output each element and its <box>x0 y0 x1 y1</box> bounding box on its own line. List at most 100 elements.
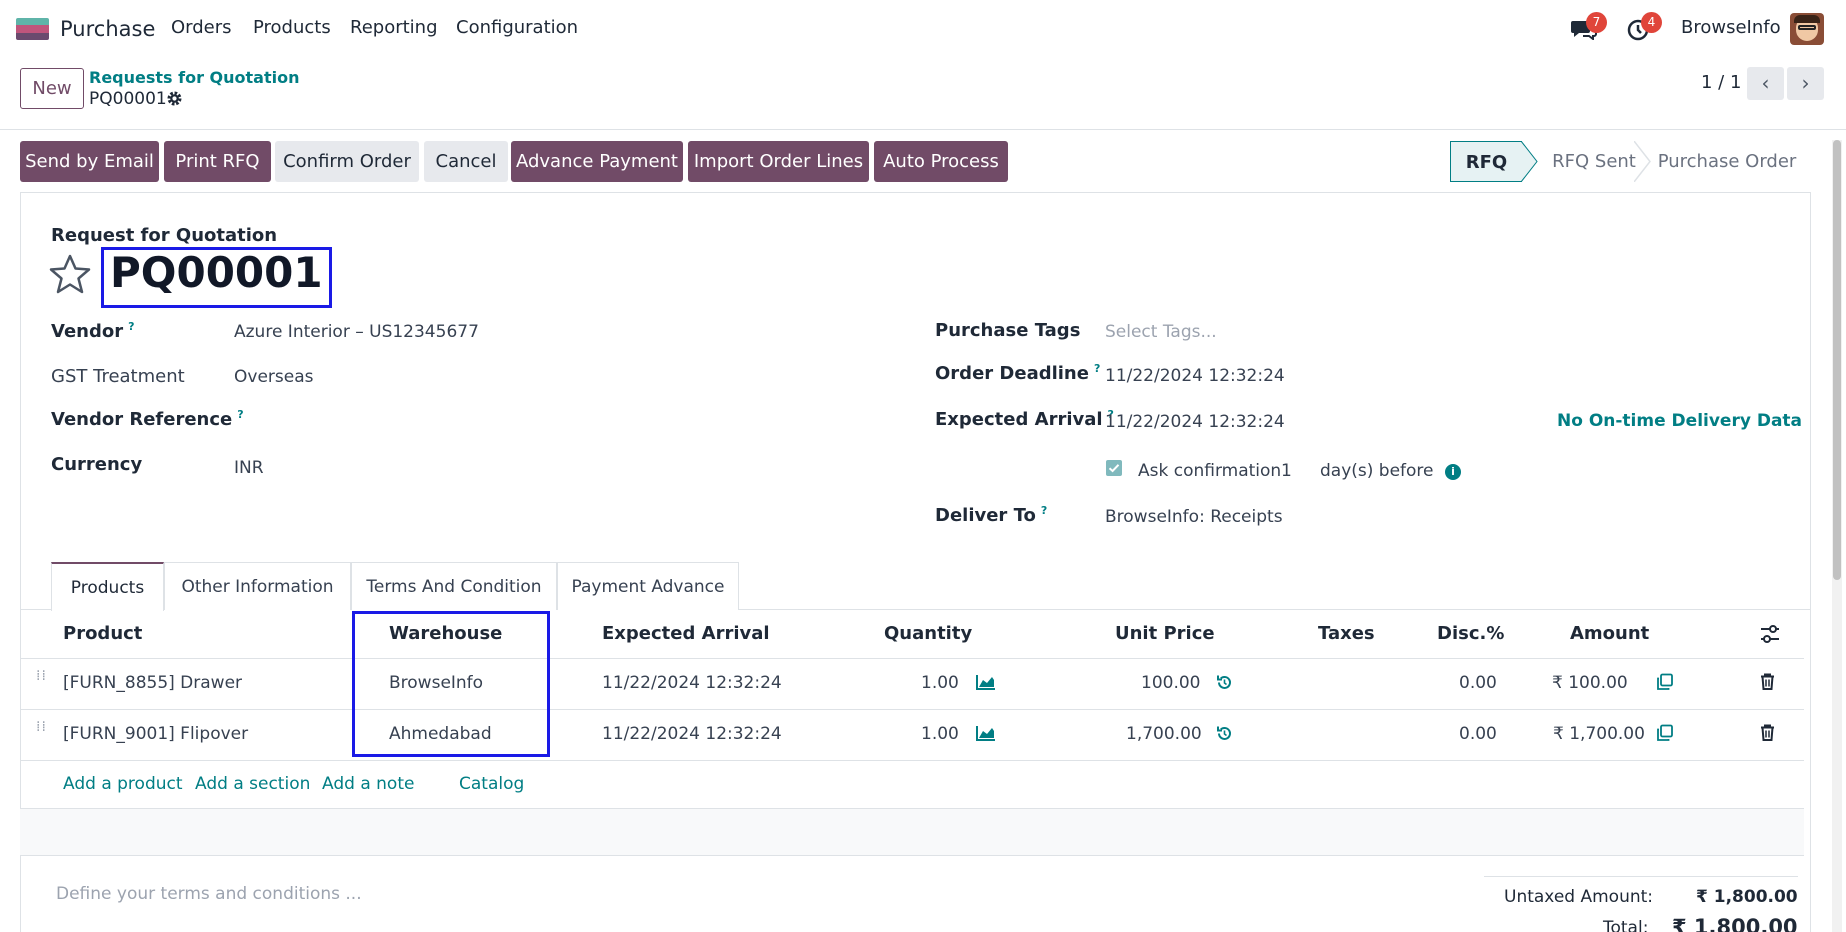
column-amount[interactable]: Amount <box>1570 623 1649 644</box>
advance-payment-button[interactable]: Advance Payment <box>511 141 683 182</box>
forecast-chart-icon[interactable] <box>976 725 996 746</box>
menu-products[interactable]: Products <box>253 17 331 38</box>
untaxed-amount-value: ₹ 1,800.00 <box>1696 887 1798 907</box>
document-type-label: Request for Quotation <box>51 225 278 246</box>
empty-table-row <box>20 809 1804 856</box>
tab-payment-advance[interactable]: Payment Advance <box>557 562 739 610</box>
menu-reporting[interactable]: Reporting <box>350 17 438 38</box>
column-quantity[interactable]: Quantity <box>884 623 972 644</box>
app-logo-icon[interactable] <box>16 18 49 40</box>
vendor-label: Vendor? <box>51 320 135 342</box>
column-unit-price[interactable]: Unit Price <box>1115 623 1215 644</box>
add-product-link[interactable]: Add a product <box>63 774 183 794</box>
currency-field[interactable]: INR <box>234 458 264 478</box>
column-expected-arrival[interactable]: Expected Arrival <box>602 623 770 644</box>
vendor-reference-input[interactable] <box>234 404 884 432</box>
drag-handle-icon[interactable]: ⁞⁞ <box>36 720 47 734</box>
stage-rfq-arrow <box>1521 141 1538 182</box>
table-row[interactable] <box>20 711 1804 761</box>
vendor-field[interactable]: Azure Interior – US12345677 <box>234 322 479 342</box>
row-product[interactable]: [FURN_9001] Flipover <box>63 724 248 744</box>
expected-arrival-label: Expected Arrival? <box>935 408 1114 430</box>
row-unit-price[interactable]: 100.00 <box>1141 673 1200 693</box>
page-scrollbar[interactable] <box>1832 140 1842 932</box>
tab-terms-and-condition[interactable]: Terms And Condition <box>351 562 557 610</box>
row-discount[interactable]: 0.00 <box>1459 724 1497 744</box>
ontime-delivery-link[interactable]: No On-time Delivery Data <box>1557 411 1802 431</box>
deliver-to-field[interactable]: BrowseInfo: Receipts <box>1105 507 1283 527</box>
control-panel: New Requests for Quotation PQ00001 1 / 1… <box>0 58 1846 130</box>
days-before-label: day(s) before <box>1320 461 1434 481</box>
highlight-document-name <box>101 247 332 308</box>
table-row[interactable] <box>20 660 1804 710</box>
tab-products[interactable]: Products <box>51 562 164 611</box>
import-order-lines-button[interactable]: Import Order Lines <box>688 141 869 182</box>
ask-confirmation-days[interactable]: 1 <box>1281 461 1292 481</box>
row-quantity[interactable]: 1.00 <box>921 724 959 744</box>
gear-icon[interactable] <box>166 90 183 112</box>
forecast-chart-icon[interactable] <box>976 674 996 695</box>
total-value: ₹ 1,800.00 <box>1672 915 1798 932</box>
messages-badge: 7 <box>1586 12 1607 33</box>
expected-arrival-field[interactable]: 11/22/2024 12:32:24 <box>1105 412 1285 432</box>
gst-treatment-field[interactable]: Overseas <box>234 367 313 387</box>
stage-purchase-order[interactable]: Purchase Order <box>1652 141 1802 182</box>
top-navbar: Purchase Orders Products Reporting Confi… <box>0 0 1846 58</box>
total-label: Total: <box>1603 918 1649 932</box>
reset-price-icon[interactable] <box>1216 725 1233 747</box>
stage-rfq-sent[interactable]: RFQ Sent <box>1539 141 1649 182</box>
pager-prev-button[interactable]: ‹ <box>1747 67 1784 100</box>
row-unit-price[interactable]: 1,700.00 <box>1126 724 1202 744</box>
cancel-button[interactable]: Cancel <box>424 141 508 182</box>
purchase-tags-input[interactable]: Select Tags... <box>1105 322 1217 342</box>
stage-rfq[interactable]: RFQ <box>1450 141 1522 182</box>
drag-handle-icon[interactable]: ⁞⁞ <box>36 669 47 683</box>
pager-next-button[interactable]: › <box>1787 67 1824 100</box>
reset-price-icon[interactable] <box>1216 674 1233 696</box>
breadcrumb-parent[interactable]: Requests for Quotation <box>89 68 300 87</box>
order-deadline-label: Order Deadline? <box>935 362 1101 384</box>
row-quantity[interactable]: 1.00 <box>921 673 959 693</box>
row-discount[interactable]: 0.00 <box>1459 673 1497 693</box>
send-by-email-button[interactable]: Send by Email <box>20 141 159 182</box>
new-button[interactable]: New <box>20 68 84 109</box>
delete-trash-icon[interactable] <box>1760 673 1775 695</box>
row-arrival[interactable]: 11/22/2024 12:32:24 <box>602 673 782 693</box>
copy-line-icon[interactable] <box>1656 673 1674 696</box>
column-product[interactable]: Product <box>63 623 142 644</box>
confirm-order-button[interactable]: Confirm Order <box>275 141 419 182</box>
order-deadline-field[interactable]: 11/22/2024 12:32:24 <box>1105 366 1285 386</box>
pager-value[interactable]: 1 / 1 <box>1701 72 1741 93</box>
breadcrumb-current: PQ00001 <box>89 89 167 109</box>
auto-process-button[interactable]: Auto Process <box>874 141 1008 182</box>
info-icon[interactable]: i <box>1445 464 1461 480</box>
column-discount[interactable]: Disc.% <box>1437 623 1504 644</box>
print-rfq-button[interactable]: Print RFQ <box>164 141 271 182</box>
company-switcher[interactable]: BrowseInfo <box>1681 17 1781 38</box>
menu-configuration[interactable]: Configuration <box>456 17 578 38</box>
favorite-star-icon[interactable] <box>49 254 91 299</box>
terms-conditions-input[interactable]: Define your terms and conditions ... <box>56 884 362 904</box>
highlight-warehouse-column <box>352 611 550 757</box>
column-settings-icon[interactable] <box>1760 625 1780 648</box>
column-taxes[interactable]: Taxes <box>1318 623 1375 644</box>
activities-badge: 4 <box>1641 12 1662 33</box>
vendor-reference-label: Vendor Reference? <box>51 408 244 430</box>
catalog-button[interactable]: Catalog <box>459 774 524 794</box>
row-arrival[interactable]: 11/22/2024 12:32:24 <box>602 724 782 744</box>
add-note-link[interactable]: Add a note <box>322 774 414 794</box>
row-amount: ₹ 100.00 <box>1552 673 1628 693</box>
menu-orders[interactable]: Orders <box>171 17 232 38</box>
tab-other-information[interactable]: Other Information <box>164 562 351 610</box>
row-product[interactable]: [FURN_8855] Drawer <box>63 673 242 693</box>
delete-trash-icon[interactable] <box>1760 724 1775 746</box>
add-section-link[interactable]: Add a section <box>195 774 310 794</box>
ask-confirmation-checkbox[interactable] <box>1106 460 1122 476</box>
user-avatar[interactable] <box>1790 13 1824 45</box>
untaxed-amount-label: Untaxed Amount: <box>1504 887 1654 907</box>
row-amount: ₹ 1,700.00 <box>1553 724 1645 744</box>
totals-divider <box>1484 876 1798 877</box>
app-name[interactable]: Purchase <box>60 17 155 41</box>
ask-confirmation-label: Ask confirmation <box>1138 461 1282 481</box>
copy-line-icon[interactable] <box>1656 724 1674 747</box>
